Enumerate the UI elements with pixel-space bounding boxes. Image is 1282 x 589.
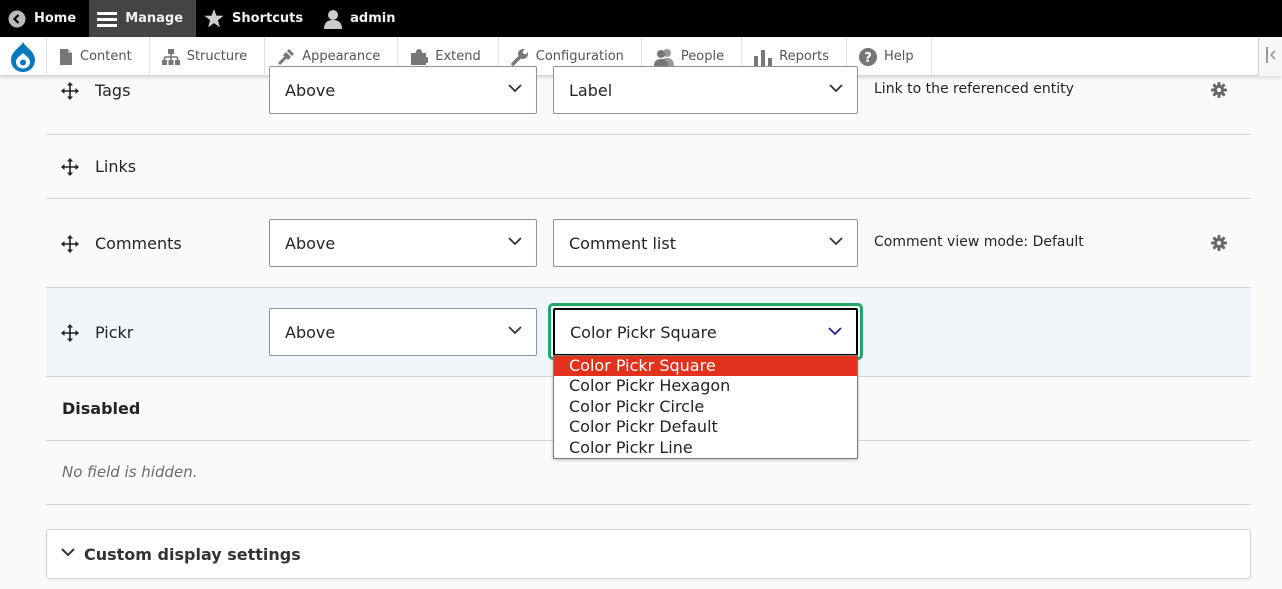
user-link[interactable]: admin <box>316 0 408 37</box>
format-summary: Link to the referenced entity <box>874 81 1074 97</box>
select-value: Comment list <box>569 233 676 253</box>
page-icon <box>59 48 73 65</box>
label-display-select[interactable]: Above <box>269 66 537 114</box>
chevron-down-icon <box>61 548 75 557</box>
chevron-down-icon <box>508 326 522 335</box>
field-label: Links <box>95 157 137 176</box>
shortcuts-label: Shortcuts <box>232 11 304 26</box>
drag-handle-icon[interactable] <box>61 235 79 253</box>
collapse-icon <box>1265 46 1276 67</box>
wrench-icon <box>511 48 529 66</box>
home-link[interactable]: Home <box>0 0 89 37</box>
shortcuts-link[interactable]: Shortcuts <box>196 0 316 37</box>
select-value: Color Pickr Square <box>570 322 717 342</box>
field-label: Tags <box>95 81 131 100</box>
field-label: Comments <box>95 234 182 253</box>
select-value: Above <box>285 322 336 342</box>
gear-icon[interactable] <box>1211 235 1227 251</box>
svg-text:?: ? <box>864 51 872 66</box>
chevron-down-icon <box>508 237 522 246</box>
format-select[interactable]: Comment list <box>553 219 858 267</box>
format-select-pickr[interactable]: Color Pickr Square <box>553 308 858 356</box>
select-value: Above <box>285 233 336 253</box>
option-color-pickr-hexagon[interactable]: Color Pickr Hexagon <box>554 376 857 396</box>
hierarchy-icon <box>161 48 180 65</box>
format-options-list[interactable]: Color Pickr Square Color Pickr Hexagon C… <box>553 355 858 459</box>
menu-icon <box>97 10 118 28</box>
puzzle-icon <box>410 48 429 66</box>
help-icon: ? <box>859 47 877 66</box>
manage-label: Manage <box>125 11 184 26</box>
table-row-comments: Comments Above Comment list Comment view… <box>46 199 1251 288</box>
chevron-down-icon <box>508 84 522 93</box>
chevron-down-icon <box>829 237 843 246</box>
paint-brush-icon <box>277 48 295 66</box>
drag-handle-icon[interactable] <box>61 158 79 176</box>
label-display-select[interactable]: Above <box>269 308 537 356</box>
toolbar-orientation-toggle[interactable] <box>1258 37 1282 76</box>
back-arrow-icon <box>8 10 26 28</box>
bar-chart-icon <box>754 48 773 66</box>
select-value: Label <box>569 80 613 100</box>
drag-handle-icon[interactable] <box>61 324 79 342</box>
tray-item-help[interactable]: ? Help <box>847 37 932 76</box>
drupal-logo-icon[interactable] <box>0 37 47 76</box>
option-color-pickr-circle[interactable]: Color Pickr Circle <box>554 397 857 417</box>
option-color-pickr-default[interactable]: Color Pickr Default <box>554 417 857 437</box>
manage-link[interactable]: Manage <box>89 0 197 37</box>
tray-item-label: Appearance <box>302 49 381 64</box>
region-title-disabled: Disabled <box>62 399 141 418</box>
tray-item-label: Configuration <box>535 49 624 64</box>
tray-item-structure[interactable]: Structure <box>150 37 266 76</box>
select-value: Above <box>285 80 336 100</box>
tray-item-label: People <box>680 49 725 64</box>
people-icon <box>653 48 674 66</box>
home-label: Home <box>34 11 77 26</box>
tray-item-label: Reports <box>779 49 829 64</box>
table-row-tags: Tags Above Label Link to the referenced … <box>46 66 1251 135</box>
tray-item-label: Content <box>80 49 132 64</box>
table-row-links: Links <box>46 135 1251 199</box>
user-icon <box>324 9 343 29</box>
format-summary: Comment view mode: Default <box>874 234 1084 250</box>
drag-handle-icon[interactable] <box>61 82 79 100</box>
label-display-select[interactable]: Above <box>269 219 537 267</box>
option-color-pickr-square[interactable]: Color Pickr Square <box>554 356 857 377</box>
option-color-pickr-line[interactable]: Color Pickr Line <box>554 438 857 458</box>
chevron-down-icon <box>828 327 842 336</box>
custom-display-settings[interactable]: Custom display settings <box>46 529 1251 579</box>
star-icon <box>204 9 224 28</box>
field-label: Pickr <box>95 323 134 342</box>
chevron-down-icon <box>829 84 843 93</box>
gear-icon[interactable] <box>1211 82 1227 98</box>
tray-item-content[interactable]: Content <box>47 37 150 76</box>
tray-item-label: Extend <box>435 49 481 64</box>
tray-item-label: Structure <box>186 49 248 64</box>
region-empty-message: No field is hidden. <box>62 463 198 481</box>
details-title: Custom display settings <box>84 545 301 564</box>
tray-item-label: Help <box>884 49 914 64</box>
admin-toolbar: Home Manage Shortcuts admin <box>0 0 1282 37</box>
user-label: admin <box>350 11 396 26</box>
format-select[interactable]: Label <box>553 66 858 114</box>
